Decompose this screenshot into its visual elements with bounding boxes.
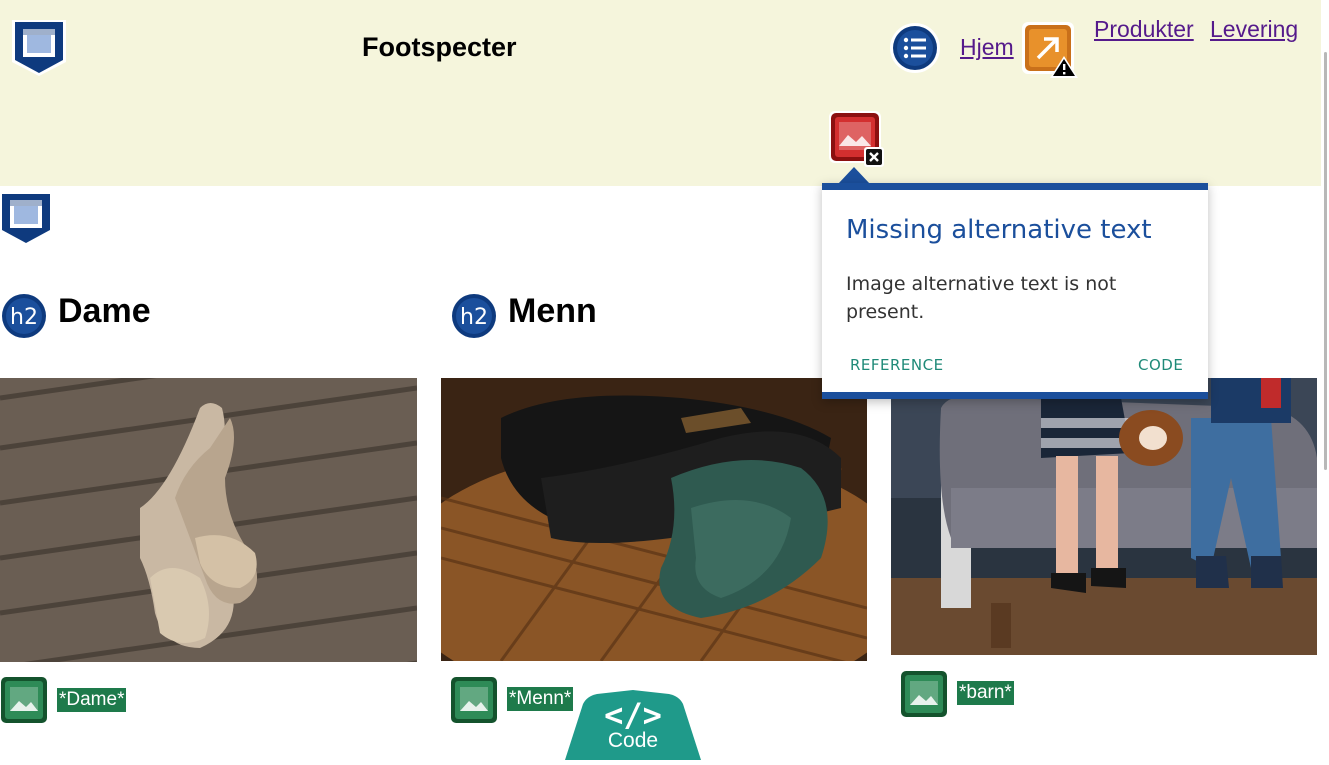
tooltip-arrow	[838, 167, 870, 184]
svg-text:h2: h2	[460, 305, 488, 330]
image-alt-label: *barn*	[957, 681, 1014, 705]
image-badge-icon[interactable]	[450, 676, 500, 726]
nav-link-products[interactable]: Produkter	[1094, 16, 1194, 43]
code-button-label: Code	[607, 729, 659, 752]
product-image-menn	[441, 378, 867, 661]
svg-text:h2: h2	[10, 305, 38, 330]
h2-badge-icon[interactable]: h2	[0, 290, 52, 342]
nav-link-delivery[interactable]: Levering	[1210, 16, 1298, 43]
site-title: Footspecter	[362, 32, 517, 62]
page-scrollbar[interactable]	[1321, 0, 1329, 750]
h2-badge-icon[interactable]: h2	[450, 290, 502, 342]
missing-alt-tooltip: Missing alternative text Image alternati…	[822, 183, 1208, 399]
product-image-barn	[891, 378, 1317, 655]
list-badge-icon[interactable]	[889, 22, 941, 74]
structure-shield-icon-2[interactable]	[0, 190, 54, 248]
tooltip-body: Image alternative text is not present.	[846, 273, 1117, 323]
section-heading-dame: Dame	[58, 292, 151, 330]
tooltip-reference-link[interactable]: REFERENCE	[850, 356, 944, 374]
section-heading-menn: Menn	[508, 292, 597, 330]
tooltip-title: Missing alternative text	[846, 215, 1152, 245]
scrollbar-thumb[interactable]	[1324, 52, 1327, 470]
tooltip-code-link[interactable]: CODE	[1138, 356, 1183, 374]
image-badge-icon[interactable]	[0, 676, 50, 726]
nav-link-home[interactable]: Hjem	[960, 34, 1014, 61]
image-alt-label: *Dame*	[57, 688, 127, 712]
image-badge-icon[interactable]	[900, 670, 950, 720]
missing-alt-error-icon[interactable]	[828, 110, 886, 168]
product-image-dame	[0, 378, 417, 662]
structure-shield-icon[interactable]	[10, 18, 66, 76]
external-link-warning-icon[interactable]	[1020, 20, 1080, 80]
